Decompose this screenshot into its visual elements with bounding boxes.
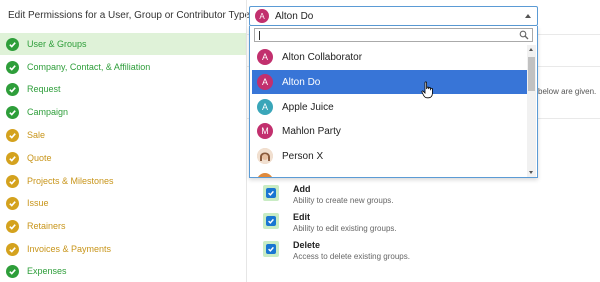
sidebar-item-label: Projects & Milestones <box>27 176 114 186</box>
checkmark-icon <box>268 246 274 252</box>
option-label: Person X <box>282 150 324 162</box>
sidebar-item-quote[interactable]: Quote <box>0 147 246 169</box>
option-label: Alton Do <box>282 76 321 88</box>
sidebar-item-label: Retainers <box>27 221 66 231</box>
avatar: A <box>257 99 273 115</box>
permission-description: Ability to create new groups. <box>293 196 394 205</box>
avatar: M <box>257 123 273 139</box>
check-circle-icon <box>6 264 19 278</box>
option-apple-juice[interactable]: A Apple Juice <box>252 95 527 119</box>
check-circle-icon <box>6 151 19 165</box>
check-circle-icon <box>6 37 19 51</box>
check-circle-icon <box>6 219 19 233</box>
dropdown-scrollbar[interactable] <box>527 45 536 177</box>
caret-up-icon <box>525 14 531 18</box>
edit-checkbox[interactable] <box>263 213 279 229</box>
user-select[interactable]: A Alton Do <box>249 6 538 26</box>
permission-title: Add <box>293 184 311 194</box>
permission-category-sidebar: User & Groups Company, Contact, & Affili… <box>0 33 246 282</box>
scroll-thumb[interactable] <box>528 57 535 91</box>
option-label: Alton Collaborator <box>282 51 363 63</box>
avatar-photo <box>257 148 273 164</box>
permission-delete: Delete Access to delete existing groups. <box>263 240 410 261</box>
scroll-up-icon[interactable] <box>529 48 533 51</box>
avatar <box>257 173 273 177</box>
sidebar-item-label: Request <box>27 84 61 94</box>
option-partial <box>252 169 527 177</box>
sidebar-item-retainers[interactable]: Retainers <box>0 215 246 237</box>
permission-title: Delete <box>293 240 321 250</box>
option-mahlon-party[interactable]: M Mahlon Party <box>252 119 527 143</box>
dropdown-search-box[interactable] <box>254 28 533 42</box>
sidebar-item-label: Quote <box>27 153 52 163</box>
permission-description: Access to delete existing groups. <box>293 252 410 261</box>
sidebar-item-label: Invoices & Payments <box>27 244 112 254</box>
checkmark-icon <box>268 218 274 224</box>
search-input[interactable] <box>257 29 507 40</box>
avatar: A <box>255 9 269 23</box>
select-value: Alton Do <box>275 10 314 22</box>
option-alton-do[interactable]: A Alton Do <box>252 70 527 94</box>
avatar: A <box>257 74 273 90</box>
check-circle-icon <box>6 128 19 142</box>
sidebar-item-label: Issue <box>27 198 49 208</box>
user-select-dropdown: A Alton Collaborator A Alton Do A Apple … <box>249 26 538 178</box>
check-circle-icon <box>6 60 19 74</box>
check-circle-icon <box>6 174 19 188</box>
sidebar-item-issue[interactable]: Issue <box>0 192 246 214</box>
person-photo-icon <box>257 148 273 164</box>
description-text: below are given. <box>538 87 597 96</box>
option-label: Mahlon Party <box>282 125 341 137</box>
sidebar-item-expenses[interactable]: Expenses <box>0 260 246 282</box>
text-cursor <box>259 31 260 40</box>
check-circle-icon <box>6 105 19 119</box>
sidebar-item-label: Campaign <box>27 107 69 117</box>
sidebar-item-projects-milestones[interactable]: Projects & Milestones <box>0 170 246 192</box>
avatar: A <box>257 49 273 65</box>
sidebar-item-label: User & Groups <box>27 39 87 49</box>
option-list: A Alton Collaborator A Alton Do A Apple … <box>250 45 527 177</box>
option-label: Apple Juice <box>282 101 334 113</box>
add-checkbox[interactable] <box>263 185 279 201</box>
sidebar-item-invoices-payments[interactable]: Invoices & Payments <box>0 238 246 260</box>
search-icon <box>519 30 529 40</box>
checkmark-icon <box>268 190 274 196</box>
page-title: Edit Permissions for a User, Group or Co… <box>8 10 251 21</box>
delete-checkbox[interactable] <box>263 241 279 257</box>
permission-description: Ability to edit existing groups. <box>293 224 397 233</box>
check-circle-icon <box>6 242 19 256</box>
scroll-down-icon[interactable] <box>529 171 533 174</box>
sidebar-item-label: Company, Contact, & Affiliation <box>27 62 151 72</box>
sidebar-item-company-contact[interactable]: Company, Contact, & Affiliation <box>0 56 246 78</box>
sidebar-item-request[interactable]: Request <box>0 78 246 100</box>
option-alton-collaborator[interactable]: A Alton Collaborator <box>252 45 527 69</box>
sidebar-item-sale[interactable]: Sale <box>0 124 246 146</box>
sidebar-item-campaign[interactable]: Campaign <box>0 101 246 123</box>
permission-add: Add Ability to create new groups. <box>263 184 394 205</box>
option-person-x[interactable]: Person X <box>252 144 527 168</box>
permission-title: Edit <box>293 212 310 222</box>
sidebar-item-label: Sale <box>27 130 46 140</box>
sidebar-item-user-groups[interactable]: User & Groups <box>0 33 246 55</box>
sidebar-item-label: Expenses <box>27 266 67 276</box>
check-circle-icon <box>6 82 19 96</box>
check-circle-icon <box>6 196 19 210</box>
hand-pointer-icon <box>421 81 433 99</box>
permission-edit: Edit Ability to edit existing groups. <box>263 212 397 233</box>
